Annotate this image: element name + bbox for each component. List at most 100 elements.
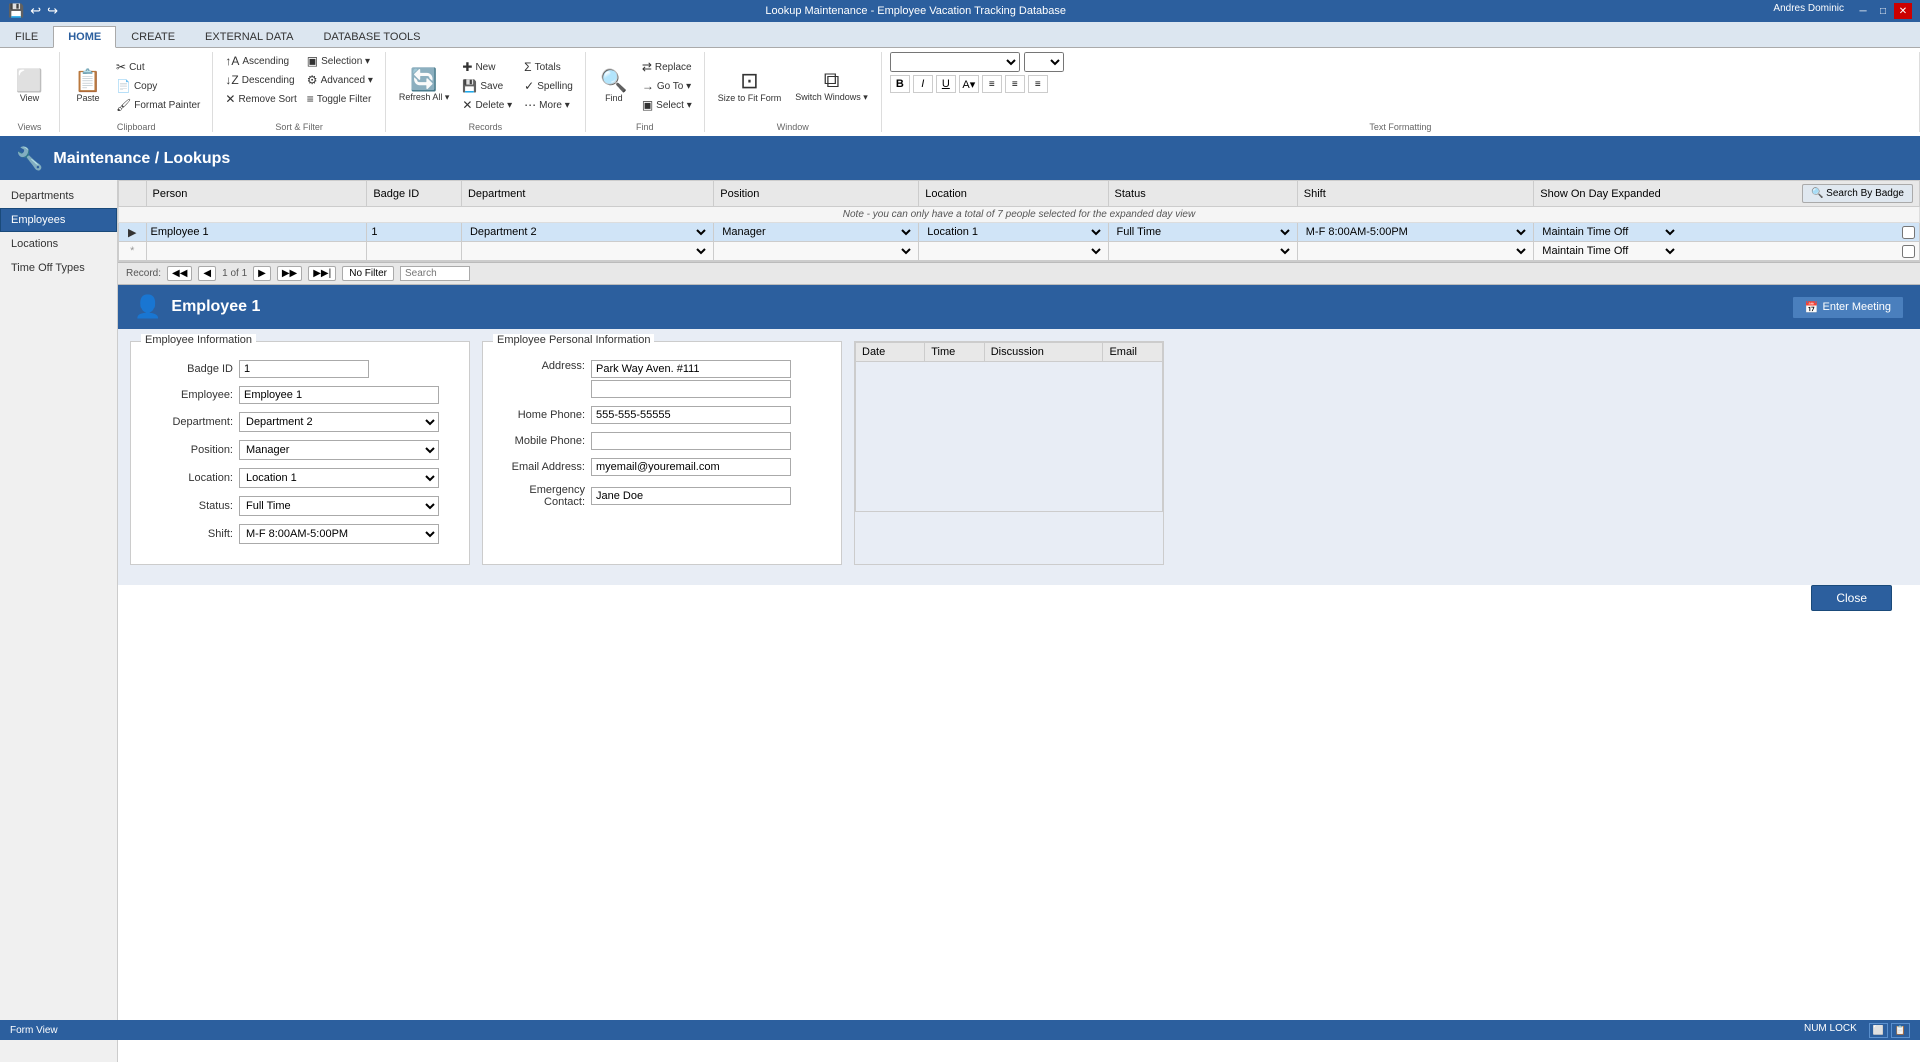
cell-shift[interactable]: M-F 8:00AM-5:00PM M-F 9:00AM-6:00PM [1297, 223, 1534, 242]
employee-name-input[interactable] [239, 386, 439, 404]
new-shift-select[interactable] [1302, 244, 1530, 258]
font-color-button[interactable]: A▾ [959, 75, 979, 93]
sidebar-item-timeofftypes[interactable]: Time Off Types [0, 256, 117, 280]
select-button[interactable]: ▣Select ▾ [638, 96, 696, 114]
new-show-expanded-checkbox[interactable] [1902, 245, 1915, 258]
bold-button[interactable]: B [890, 75, 910, 93]
sidebar-item-locations[interactable]: Locations [0, 232, 117, 256]
quick-access-save[interactable]: 💾 [8, 3, 24, 19]
new-row-person[interactable] [146, 242, 367, 261]
format-painter-button[interactable]: 🖌Format Painter [112, 96, 204, 114]
email-input[interactable] [591, 458, 791, 476]
align-right-button[interactable]: ≡ [1028, 75, 1048, 93]
new-status-select[interactable] [1113, 244, 1293, 258]
find-button[interactable]: 🔍 Find [594, 67, 634, 106]
person-input[interactable] [151, 226, 363, 238]
location-select[interactable]: Location 1 Location 2 [923, 225, 1103, 239]
tab-external-data[interactable]: EXTERNAL DATA [190, 25, 308, 47]
new-row-show-expanded[interactable]: Maintain Time Off [1534, 242, 1920, 261]
search-by-badge-button[interactable]: 🔍 Search By Badge [1802, 184, 1913, 203]
cell-position[interactable]: Manager Employee Supervisor [714, 223, 919, 242]
department-field-select[interactable]: Department 2 Department 1 Department 3 [239, 412, 439, 432]
paste-button[interactable]: 📋 Paste [68, 67, 108, 106]
tab-create[interactable]: CREATE [116, 25, 190, 47]
tab-file[interactable]: FILE [0, 25, 53, 47]
quick-access-redo[interactable]: ↪ [47, 3, 58, 19]
address-line2-input[interactable] [591, 380, 791, 398]
remove-sort-button[interactable]: ✕Remove Sort [221, 90, 300, 108]
shift-field-select[interactable]: M-F 8:00AM-5:00PM M-F 9:00AM-6:00PM [239, 524, 439, 544]
last-record-button[interactable]: ▶▶ [277, 266, 302, 281]
cell-person[interactable] [146, 223, 367, 242]
copy-button[interactable]: 📄Copy [112, 77, 204, 95]
save-record-button[interactable]: 💾Save [458, 77, 516, 95]
emergency-contact-input[interactable] [591, 487, 791, 505]
prev-record-button[interactable]: ◀ [198, 266, 216, 281]
address-line1-input[interactable] [591, 360, 791, 378]
sidebar-item-employees[interactable]: Employees [0, 208, 117, 232]
cell-location[interactable]: Location 1 Location 2 [919, 223, 1108, 242]
ascending-button[interactable]: ↑AAscending [221, 52, 300, 70]
position-select[interactable]: Manager Employee Supervisor [718, 225, 914, 239]
quick-access-undo[interactable]: ↩ [30, 3, 41, 19]
cell-badgeid[interactable] [367, 223, 462, 242]
advanced-button[interactable]: ⚙Advanced ▾ [303, 71, 377, 89]
home-phone-input[interactable] [591, 406, 791, 424]
show-expanded-checkbox[interactable] [1902, 226, 1915, 239]
department-select[interactable]: Department 2 Department 1 Department 3 [466, 225, 709, 239]
new-position-select[interactable] [718, 244, 914, 258]
minimize-button[interactable]: ─ [1854, 3, 1872, 19]
shift-select[interactable]: M-F 8:00AM-5:00PM M-F 9:00AM-6:00PM [1302, 225, 1530, 239]
mobile-phone-input[interactable] [591, 432, 791, 450]
italic-button[interactable]: I [913, 75, 933, 93]
badge-id-input[interactable] [239, 360, 369, 378]
new-location-select[interactable] [923, 244, 1103, 258]
form-view-btn[interactable]: 📋 [1891, 1023, 1910, 1038]
new-record-button[interactable]: ✚New [458, 58, 516, 76]
cell-status[interactable]: Full Time Part Time [1108, 223, 1297, 242]
status-select[interactable]: Full Time Part Time [1113, 225, 1293, 239]
new-row-position[interactable] [714, 242, 919, 261]
nav-search-input[interactable] [400, 266, 470, 281]
new-person-input[interactable] [151, 245, 363, 257]
maximize-button[interactable]: □ [1874, 3, 1892, 19]
cell-department[interactable]: Department 2 Department 1 Department 3 [461, 223, 713, 242]
sidebar-item-departments[interactable]: Departments [0, 184, 117, 208]
align-center-button[interactable]: ≡ [1005, 75, 1025, 93]
new-row-location[interactable] [919, 242, 1108, 261]
goto-button[interactable]: →Go To ▾ [638, 77, 696, 95]
close-button[interactable]: Close [1811, 585, 1892, 611]
totals-button[interactable]: ΣTotals [520, 58, 577, 76]
status-field-select[interactable]: Full Time Part Time [239, 496, 439, 516]
next-record-button[interactable]: ▶ [253, 266, 271, 281]
tab-database-tools[interactable]: DATABASE TOOLS [308, 25, 435, 47]
new-row-badgeid[interactable] [367, 242, 462, 261]
delete-record-button[interactable]: ✕Delete ▾ [458, 96, 516, 114]
datasheet-view-btn[interactable]: ⬜ [1869, 1023, 1888, 1038]
switch-windows-button[interactable]: ⧉ Switch Windows ▾ [790, 66, 873, 106]
cell-show-expanded[interactable]: Maintain Time Off [1534, 223, 1920, 242]
maintain-time-off-select[interactable]: Maintain Time Off [1538, 225, 1678, 239]
size-to-fit-button[interactable]: ⊡ Size to Fit Form [713, 67, 787, 106]
new-row-department[interactable] [461, 242, 713, 261]
tab-home[interactable]: HOME [53, 26, 116, 48]
selection-button[interactable]: ▣Selection ▾ [303, 52, 377, 70]
new-department-select[interactable] [466, 244, 709, 258]
close-window-button[interactable]: ✕ [1894, 3, 1912, 19]
font-size-select[interactable] [1024, 52, 1064, 72]
new-nav-button[interactable]: ▶▶| [308, 266, 336, 281]
new-row-status[interactable] [1108, 242, 1297, 261]
refresh-all-button[interactable]: 🔄 Refresh All ▾ [394, 66, 455, 106]
underline-button[interactable]: U [936, 75, 956, 93]
first-record-button[interactable]: ◀◀ [167, 266, 192, 281]
view-button[interactable]: ⬜ View [10, 67, 50, 106]
location-field-select[interactable]: Location 1 Location 2 [239, 468, 439, 488]
position-field-select[interactable]: Manager Employee Supervisor [239, 440, 439, 460]
toggle-filter-button[interactable]: ≡Toggle Filter [303, 90, 377, 108]
new-maintain-time-off-select[interactable]: Maintain Time Off [1538, 244, 1678, 258]
badgeid-input[interactable] [371, 226, 411, 238]
replace-button[interactable]: ⇄Replace [638, 58, 696, 76]
descending-button[interactable]: ↓ZDescending [221, 71, 300, 89]
align-left-button[interactable]: ≡ [982, 75, 1002, 93]
font-family-select[interactable] [890, 52, 1020, 72]
